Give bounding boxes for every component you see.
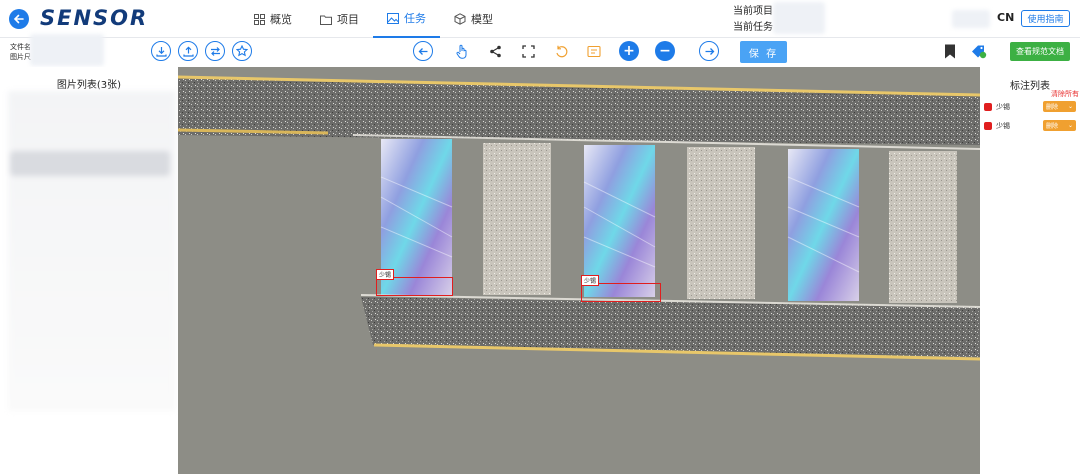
current-project-label: 当前项目 bbox=[733, 6, 773, 17]
chevron-down-icon: ⌄ bbox=[1067, 103, 1073, 110]
image-list-panel: 图片列表(3张) bbox=[0, 67, 178, 474]
zoom-out-button[interactable]: − bbox=[655, 41, 675, 61]
current-task-label: 当前任务 bbox=[733, 22, 773, 33]
annotation-action-label: 删除 bbox=[1046, 104, 1059, 111]
language-switch[interactable]: CN bbox=[997, 11, 1014, 24]
nav-task[interactable]: 任务 bbox=[373, 0, 440, 38]
annotation-item-label: 少锡 bbox=[996, 103, 1010, 111]
reset-button[interactable] bbox=[553, 43, 569, 59]
color-swatch bbox=[984, 103, 992, 111]
arrow-left-icon bbox=[13, 14, 24, 24]
image-icon bbox=[387, 12, 399, 24]
nav-project-label: 项目 bbox=[337, 13, 359, 26]
top-bar: SENSOR 概览 项目 任务 模型 当前项目 当前任务 CN 使用指南 bbox=[0, 0, 1080, 38]
bookmark-button[interactable] bbox=[942, 43, 958, 59]
upload-button[interactable] bbox=[178, 41, 198, 61]
pan-tool-button[interactable] bbox=[454, 43, 470, 59]
download-button[interactable] bbox=[151, 41, 171, 61]
arrow-left-icon bbox=[418, 47, 427, 55]
zoom-in-button[interactable]: + bbox=[619, 41, 639, 61]
bookmark-icon bbox=[945, 44, 955, 58]
fullscreen-icon bbox=[521, 44, 535, 58]
arrow-right-icon bbox=[705, 47, 714, 55]
back-button[interactable] bbox=[9, 9, 29, 29]
current-info: 当前项目 当前任务 bbox=[733, 4, 773, 36]
tag-settings-button[interactable] bbox=[971, 43, 987, 59]
undo-icon bbox=[555, 45, 567, 57]
label-toggle-button[interactable] bbox=[586, 43, 602, 59]
current-project-value-redacted bbox=[773, 2, 825, 34]
annotation-item[interactable]: 少锡 删除 ⌄ bbox=[980, 100, 1080, 114]
annotation-item-label: 少锡 bbox=[996, 122, 1010, 130]
grid-icon bbox=[254, 13, 265, 25]
app-logo: SENSOR bbox=[40, 6, 149, 30]
save-button[interactable]: 保 存 bbox=[740, 41, 787, 63]
tag-icon bbox=[972, 45, 987, 58]
upload-icon bbox=[182, 45, 194, 57]
color-swatch bbox=[984, 122, 992, 130]
clear-all-link[interactable]: 清除所有 bbox=[1051, 89, 1079, 99]
download-icon bbox=[155, 46, 167, 57]
view-doc-button[interactable]: 查看规范文档 bbox=[1010, 42, 1070, 61]
pcb-image bbox=[178, 67, 980, 474]
favorite-button[interactable] bbox=[232, 41, 252, 61]
nav-project[interactable]: 项目 bbox=[306, 0, 373, 38]
annotation-action-label: 删除 bbox=[1046, 123, 1059, 130]
file-name-redacted bbox=[30, 34, 104, 66]
share-icon bbox=[489, 45, 501, 57]
swap-icon bbox=[210, 46, 220, 56]
annotation-list-panel: 标注列表 清除所有 少锡 删除 ⌄ 少锡 删除 ⌄ bbox=[980, 67, 1080, 474]
swap-button[interactable] bbox=[205, 41, 225, 61]
file-meta: 文件名 图片尺 bbox=[10, 42, 31, 62]
next-image-button[interactable] bbox=[699, 41, 719, 61]
user-name-redacted bbox=[952, 10, 990, 28]
image-size-label: 图片尺 bbox=[10, 53, 31, 61]
image-list-title: 图片列表(3张) bbox=[56, 80, 122, 91]
nav-overview[interactable]: 概览 bbox=[240, 0, 306, 38]
annotation-box-label: 少锡 bbox=[376, 269, 395, 280]
fit-screen-button[interactable] bbox=[520, 43, 536, 59]
star-icon bbox=[236, 45, 248, 57]
file-name-label: 文件名 bbox=[10, 43, 31, 51]
tag-box-icon bbox=[587, 45, 601, 57]
cube-icon bbox=[454, 13, 466, 25]
hand-pointer-icon bbox=[455, 44, 466, 59]
chevron-down-icon: ⌄ bbox=[1067, 122, 1073, 129]
share-button[interactable] bbox=[487, 43, 503, 59]
annotation-item[interactable]: 少锡 删除 ⌄ bbox=[980, 119, 1080, 133]
user-guide-button[interactable]: 使用指南 bbox=[1021, 10, 1070, 27]
annotation-action-select[interactable]: 删除 ⌄ bbox=[1043, 101, 1076, 112]
main-nav: 概览 项目 任务 模型 bbox=[240, 0, 507, 38]
prev-image-button[interactable] bbox=[413, 41, 433, 61]
nav-model-label: 模型 bbox=[471, 13, 493, 26]
folder-icon bbox=[320, 15, 332, 25]
nav-model[interactable]: 模型 bbox=[440, 0, 507, 38]
image-thumbnail-list[interactable] bbox=[8, 91, 176, 411]
nav-task-label: 任务 bbox=[404, 12, 426, 25]
annotation-canvas[interactable]: 少锡 少锡 bbox=[178, 67, 980, 474]
nav-overview-label: 概览 bbox=[270, 13, 292, 26]
annotation-box-label: 少锡 bbox=[581, 275, 600, 286]
annotation-action-select[interactable]: 删除 ⌄ bbox=[1043, 120, 1076, 131]
